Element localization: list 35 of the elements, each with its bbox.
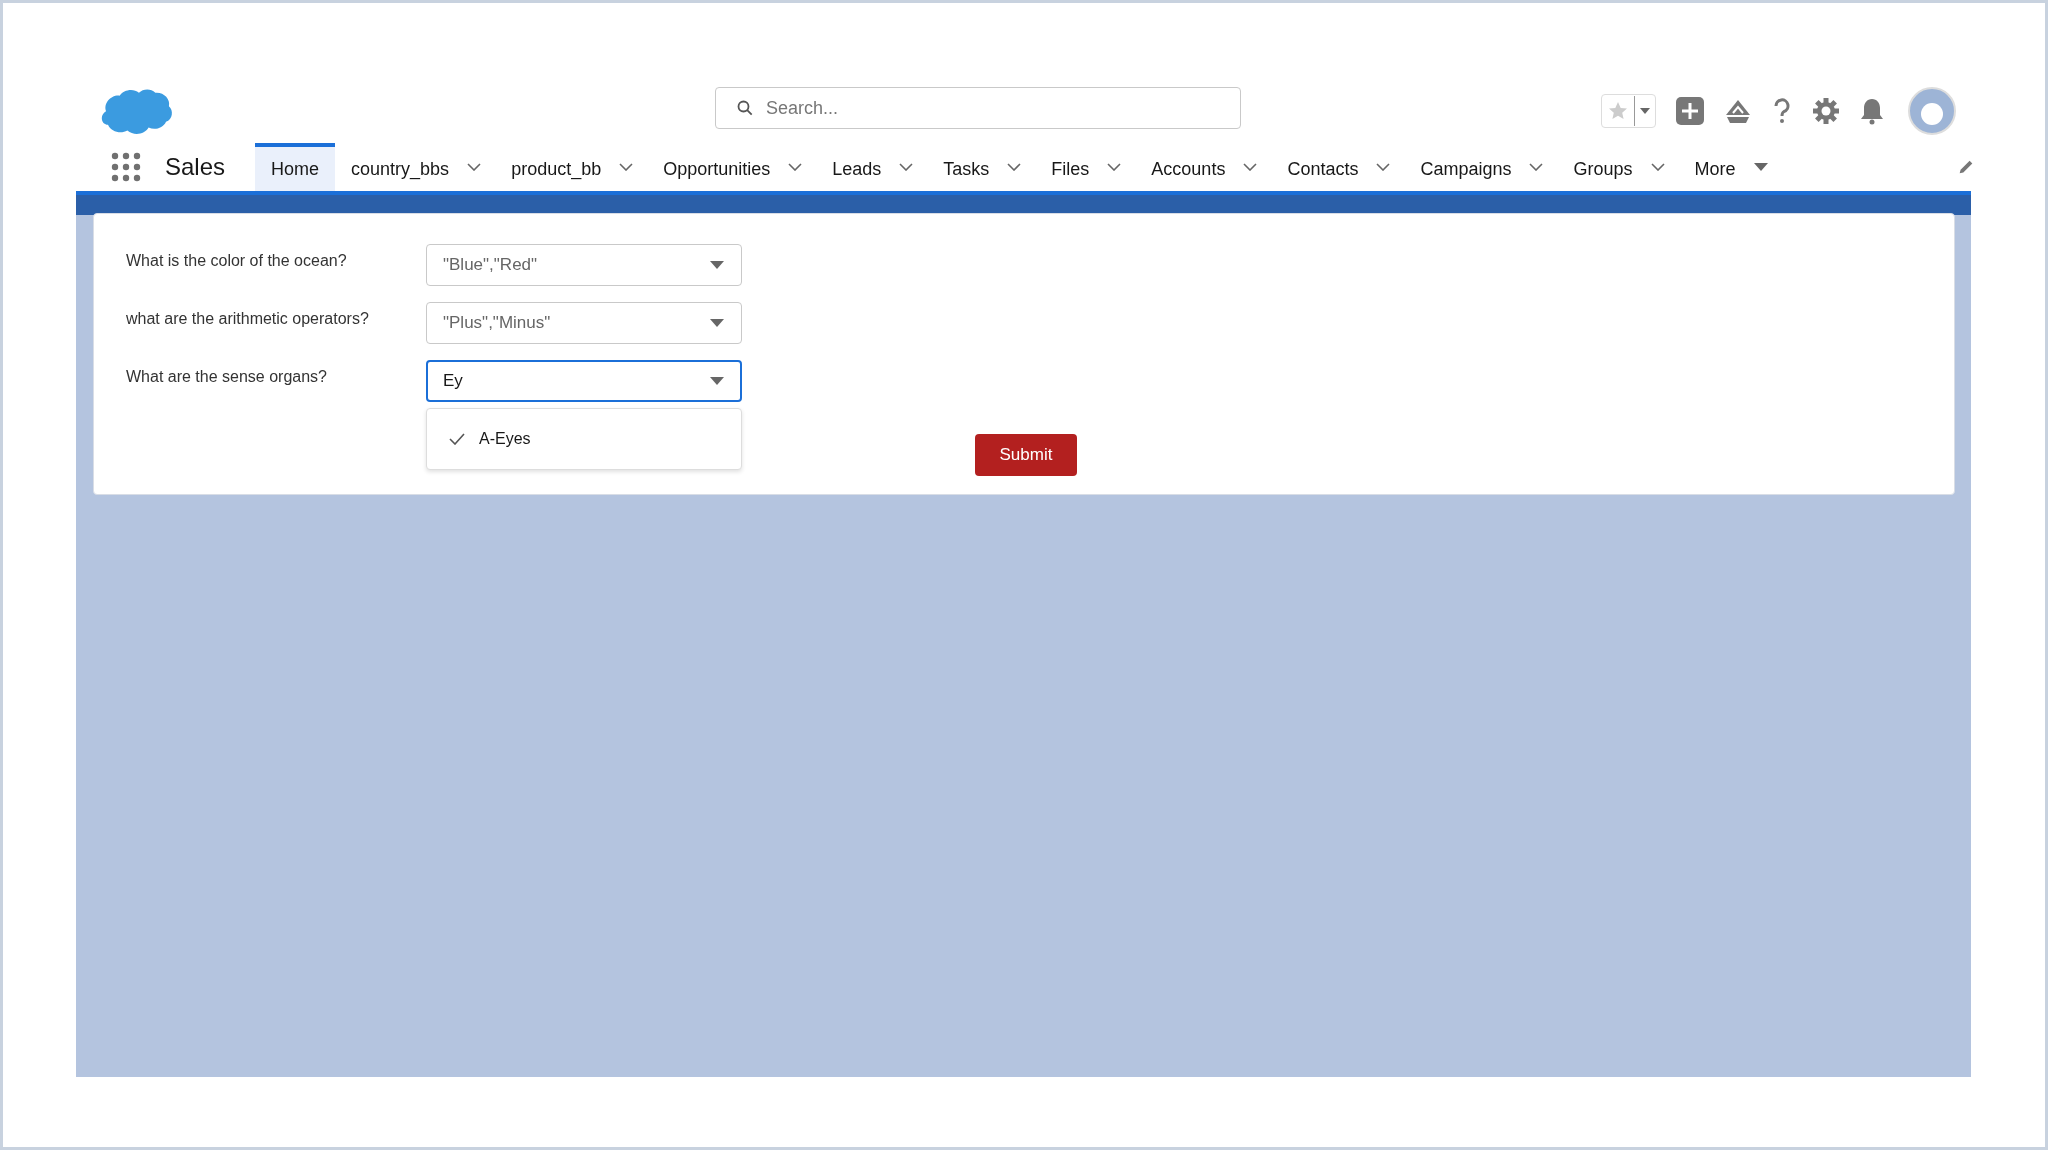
notification-bell-icon[interactable] xyxy=(1860,97,1884,125)
nav-tab[interactable]: Contacts xyxy=(1271,143,1375,191)
star-icon xyxy=(1608,101,1628,121)
nav-tab[interactable]: More xyxy=(1678,143,1752,191)
search-icon xyxy=(737,100,753,116)
combobox-field[interactable]: "Plus","Minus" xyxy=(426,302,742,344)
nav-tab[interactable]: Accounts xyxy=(1135,143,1242,191)
favorites-button[interactable] xyxy=(1601,94,1656,128)
app-launcher-icon[interactable] xyxy=(111,152,141,182)
combobox-field[interactable]: "Blue","Red" xyxy=(426,244,742,286)
caret-icon xyxy=(710,261,724,269)
caret-icon xyxy=(1640,108,1650,114)
nav-tab[interactable]: Files xyxy=(1035,143,1106,191)
nav-tab[interactable]: Tasks xyxy=(927,143,1006,191)
menu-option[interactable]: A-Eyes xyxy=(427,417,741,461)
nav-tab[interactable]: country_bbs xyxy=(335,143,466,191)
pencil-icon[interactable] xyxy=(1957,158,1975,176)
combobox-field[interactable]: Ey xyxy=(426,360,742,402)
nav-tab[interactable]: Leads xyxy=(816,143,898,191)
question-label: What is the color of the ocean? xyxy=(126,251,348,270)
plus-icon[interactable] xyxy=(1676,97,1704,125)
nav-tab[interactable]: product_bb xyxy=(495,143,618,191)
caret-icon xyxy=(710,377,724,385)
help-icon[interactable] xyxy=(1772,97,1792,125)
nav-tab[interactable]: Campaigns xyxy=(1404,143,1528,191)
app-name: Sales xyxy=(165,153,226,181)
search-field[interactable]: Search... xyxy=(715,87,1241,129)
submit-button[interactable]: Submit xyxy=(975,434,1077,476)
question-label: What are the sense organs? xyxy=(126,367,328,386)
nav-tab[interactable]: Home xyxy=(255,143,336,191)
question-label: what are the arithmetic operators? xyxy=(126,309,370,328)
settings-icon[interactable] xyxy=(1812,97,1840,125)
nav-tab[interactable]: Groups xyxy=(1557,143,1649,191)
nav-tab[interactable]: Opportunities xyxy=(647,143,787,191)
caret-icon xyxy=(710,319,724,327)
